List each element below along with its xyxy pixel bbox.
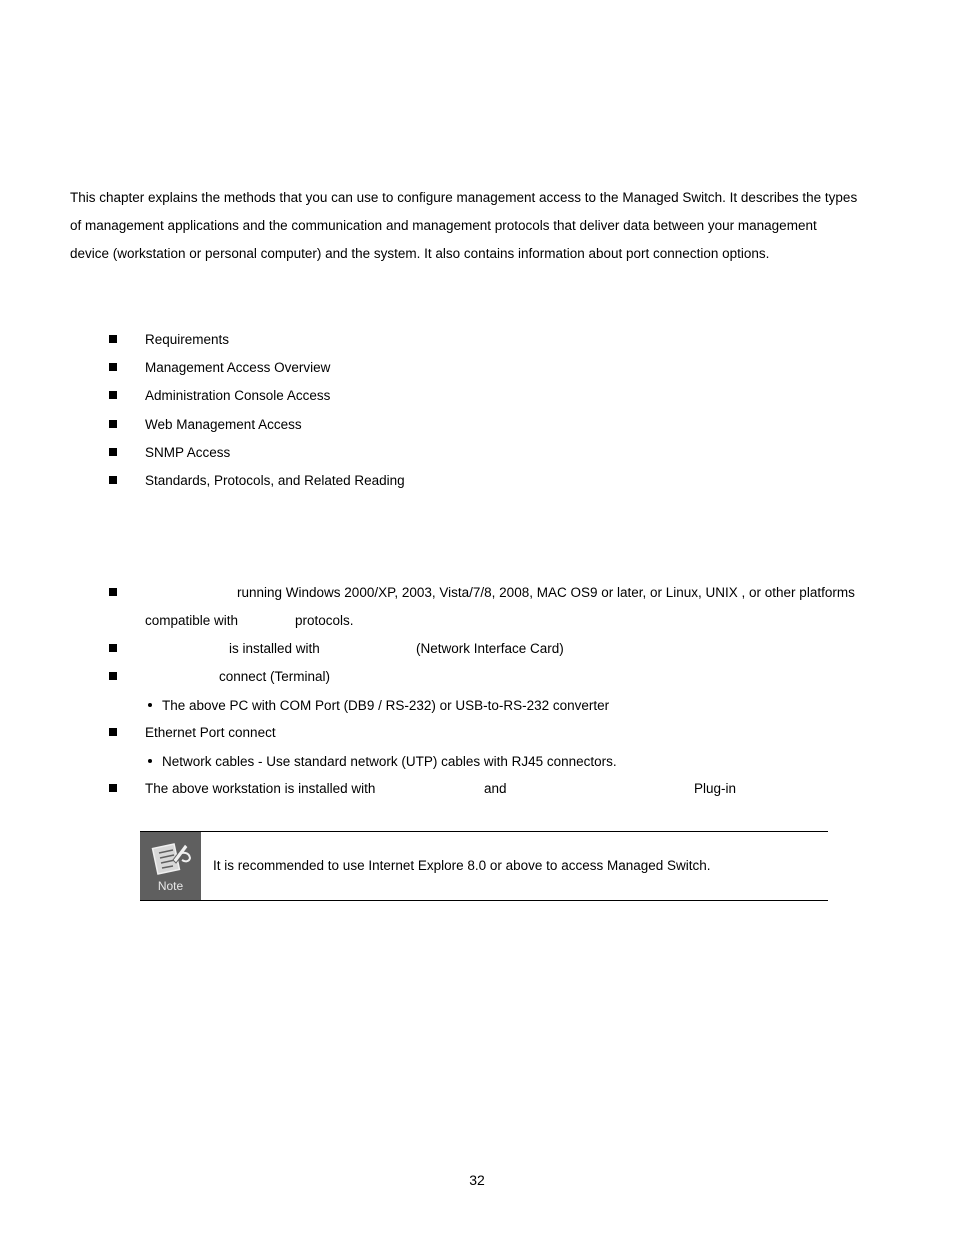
note-box: Note It is recommended to use Internet E…: [140, 831, 828, 901]
requirement-text: compatible with: [145, 613, 239, 628]
square-bullet-icon: [109, 644, 117, 652]
round-bullet-icon: [148, 703, 152, 707]
requirement-text: running Windows 2000/XP, 2003, Vista/7/8…: [237, 585, 855, 600]
note-icon-panel: Note: [140, 832, 201, 900]
square-bullet-icon: [109, 335, 117, 343]
topic-item: Management Access Overview: [145, 360, 331, 375]
note-pencil-icon: [151, 842, 191, 875]
note-text: It is recommended to use Internet Explor…: [213, 858, 711, 873]
requirement-text: (Network Interface Card): [416, 641, 564, 656]
requirement-text: is installed with: [229, 641, 320, 656]
requirement-subitem: The above PC with COM Port (DB9 / RS-232…: [162, 698, 610, 713]
intro-line: This chapter explains the methods that y…: [70, 190, 858, 205]
requirement-text: connect (Terminal): [219, 669, 331, 684]
intro-line: of management applications and the commu…: [70, 218, 817, 233]
topic-item: Web Management Access: [145, 417, 302, 432]
square-bullet-icon: [109, 476, 117, 484]
requirement-text: protocols.: [295, 613, 354, 628]
requirement-text: The above workstation is installed with: [145, 781, 376, 796]
square-bullet-icon: [109, 420, 117, 428]
topic-item: Administration Console Access: [145, 388, 331, 403]
page-number: 32: [469, 1172, 485, 1188]
requirement-subitem: Network cables - Use standard network (U…: [162, 754, 617, 769]
square-bullet-icon: [109, 588, 117, 596]
square-bullet-icon: [109, 391, 117, 399]
requirement-text: and: [484, 781, 507, 796]
topic-item: SNMP Access: [145, 445, 231, 460]
square-bullet-icon: [109, 448, 117, 456]
square-bullet-icon: [109, 784, 117, 792]
square-bullet-icon: [109, 672, 117, 680]
note-label: Note: [157, 878, 184, 893]
requirement-text: Ethernet Port connect: [145, 725, 276, 740]
topic-item: Requirements: [145, 332, 230, 347]
topic-item: Standards, Protocols, and Related Readin…: [145, 473, 405, 488]
square-bullet-icon: [109, 728, 117, 736]
square-bullet-icon: [109, 363, 117, 371]
requirement-text: Plug-in: [694, 781, 737, 796]
round-bullet-icon: [148, 759, 152, 763]
intro-line: device (workstation or personal computer…: [70, 246, 770, 261]
